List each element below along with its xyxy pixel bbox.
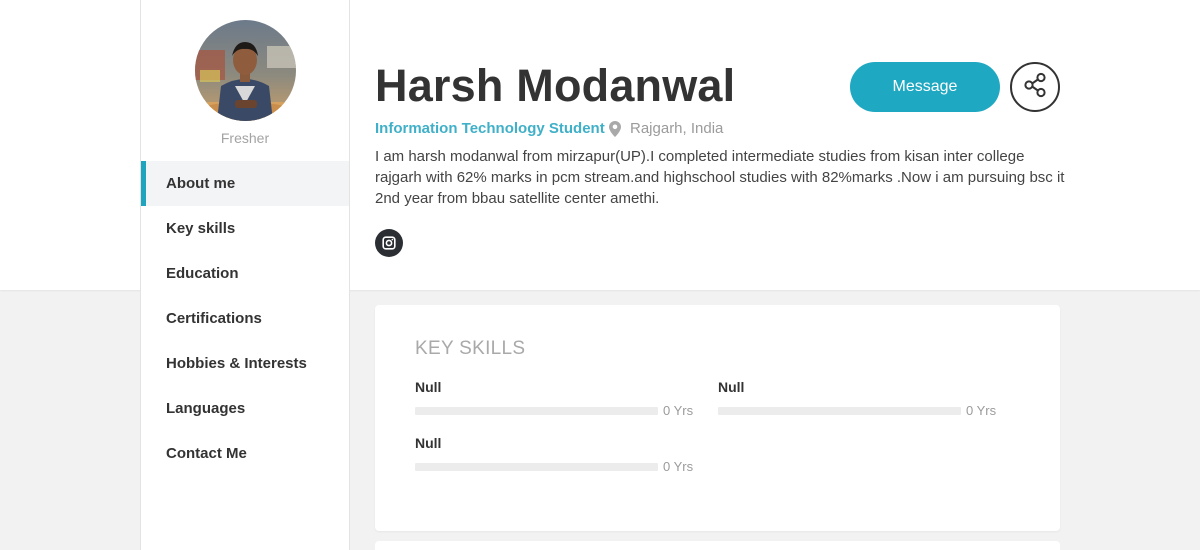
nav-item-about-me[interactable]: About me [141,161,349,206]
skill-bar [415,462,658,471]
sidebar: Fresher About me Key skills Education Ce… [140,0,350,550]
share-button[interactable] [1010,62,1060,112]
skill-years: 0 Yrs [663,403,694,418]
skill-item: Null 0 Yrs [718,379,998,418]
skill-item: Null 0 Yrs [415,379,695,418]
instagram-icon[interactable] [375,229,403,257]
message-button[interactable]: Message [850,62,1000,112]
nav-item-key-skills[interactable]: Key skills [141,206,349,251]
location-text: Rajgarh, India [630,120,724,137]
skill-name: Null [415,379,442,395]
key-skills-card: KEY SKILLS Null 0 Yrs Null 0 Yrs Null 0 … [375,305,1060,531]
share-icon [1022,72,1048,103]
experience-status: Fresher [220,130,270,146]
profile-role: Information Technology Student [375,120,605,137]
map-pin-icon [609,120,623,137]
nav-item-certifications[interactable]: Certifications [141,296,349,341]
skill-item: Null 0 Yrs [415,435,695,474]
skill-name: Null [718,379,745,395]
next-section-card [375,541,1060,550]
profile-bio: I am harsh modanwal from mirzapur(UP).I … [375,148,1065,207]
nav-item-contact-me[interactable]: Contact Me [141,431,349,476]
key-skills-title: KEY SKILLS [415,338,526,359]
profile-name: Harsh Modanwal [375,60,736,111]
skill-years: 0 Yrs [663,459,694,474]
nav-item-languages[interactable]: Languages [141,386,349,431]
nav-item-hobbies-interests[interactable]: Hobbies & Interests [141,341,349,386]
skill-years: 0 Yrs [966,403,997,418]
avatar [195,20,296,121]
skill-bar [718,406,961,415]
profile-location: Rajgarh, India [609,120,723,137]
skill-bar [415,406,658,415]
nav-item-education[interactable]: Education [141,251,349,296]
skill-name: Null [415,435,442,451]
profile-nav: About me Key skills Education Certificat… [141,161,349,476]
